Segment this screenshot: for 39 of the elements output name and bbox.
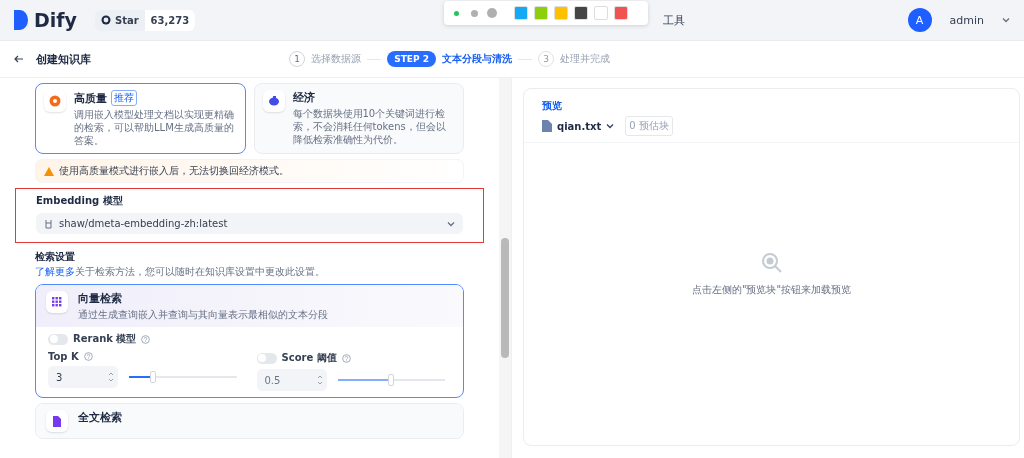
- retrieval-method-card[interactable]: 全文检索: [35, 403, 464, 439]
- page-title: 创建知识库: [36, 51, 91, 67]
- embedding-model-select[interactable]: shaw/dmeta-embedding-zh:latest: [36, 213, 463, 234]
- star-label: Star: [114, 14, 139, 26]
- mode-description: 每个数据块使用10个关键词进行检索，不会消耗任何tokens，但会以降低检索准确性为代价。: [292, 107, 447, 146]
- file-select[interactable]: qian.txt: [557, 120, 602, 132]
- user-menu[interactable]: admin: [949, 13, 984, 27]
- warning-text: 使用高质量模式进行嵌入后，无法切换回经济模式。: [59, 164, 289, 178]
- method-title: 向量检索: [78, 291, 123, 306]
- step-label: 文本分段与清洗: [442, 52, 512, 66]
- preview-label: 预览: [542, 99, 563, 113]
- number-input[interactable]: 3: [48, 366, 118, 388]
- section-title: Embedding 模型: [36, 194, 124, 208]
- mode-description: 调用嵌入模型处理文档以实现更精确的检索，可以帮助LLM生成高质量的答案。: [74, 108, 235, 147]
- step-number: STEP 2: [387, 51, 436, 67]
- dify-logo: Dify: [14, 9, 77, 31]
- recommend-badge: 推荐: [111, 90, 137, 106]
- step-label: 处理并完成: [560, 52, 610, 66]
- mode-title: 经济: [292, 90, 315, 105]
- number-input[interactable]: 0.5: [256, 369, 327, 391]
- nav-item[interactable]: 工具: [662, 12, 685, 28]
- user-avatar[interactable]: A: [907, 8, 932, 32]
- mode-title: 高质量: [74, 90, 107, 106]
- empty-state-text: 点击左侧的"预览块"按钮来加载预览: [691, 283, 852, 297]
- section-title: 检索设置: [35, 250, 76, 264]
- setting-label: Top K: [48, 351, 79, 362]
- section-description: 关于检索方法，您可以随时在知识库设置中更改此设置。: [75, 265, 325, 279]
- setting-label: Score 阈值: [281, 351, 337, 365]
- step-label: 选择数据源: [311, 52, 362, 66]
- chunk-count-badge: 0 预估块: [625, 116, 673, 136]
- learn-more-link[interactable]: 了解更多: [35, 265, 75, 279]
- star-count: 63,273: [144, 9, 196, 31]
- method-title: 全文检索: [78, 410, 122, 425]
- setting-label: Rerank 模型: [73, 332, 137, 346]
- retrieval-method-card[interactable]: 向量检索 通过生成查询嵌入并查询与其向量表示最相似的文本分段 Rerank 模型 Top K 3 Score 阈值 0.5: [35, 284, 464, 398]
- github-star-button[interactable]: Star 63,273: [94, 9, 196, 31]
- method-description: 通过生成查询嵌入并查询与其向量表示最相似的文本分段: [78, 308, 328, 321]
- index-mode-card[interactable]: 经济 每个数据块使用10个关键词进行检索，不会消耗任何tokens，但会以降低检索准确性为代价。: [253, 83, 464, 154]
- index-mode-card[interactable]: 高质量 推荐 调用嵌入模型处理文档以实现更精确的检索，可以帮助LLM生成高质量的答案。: [35, 83, 246, 154]
